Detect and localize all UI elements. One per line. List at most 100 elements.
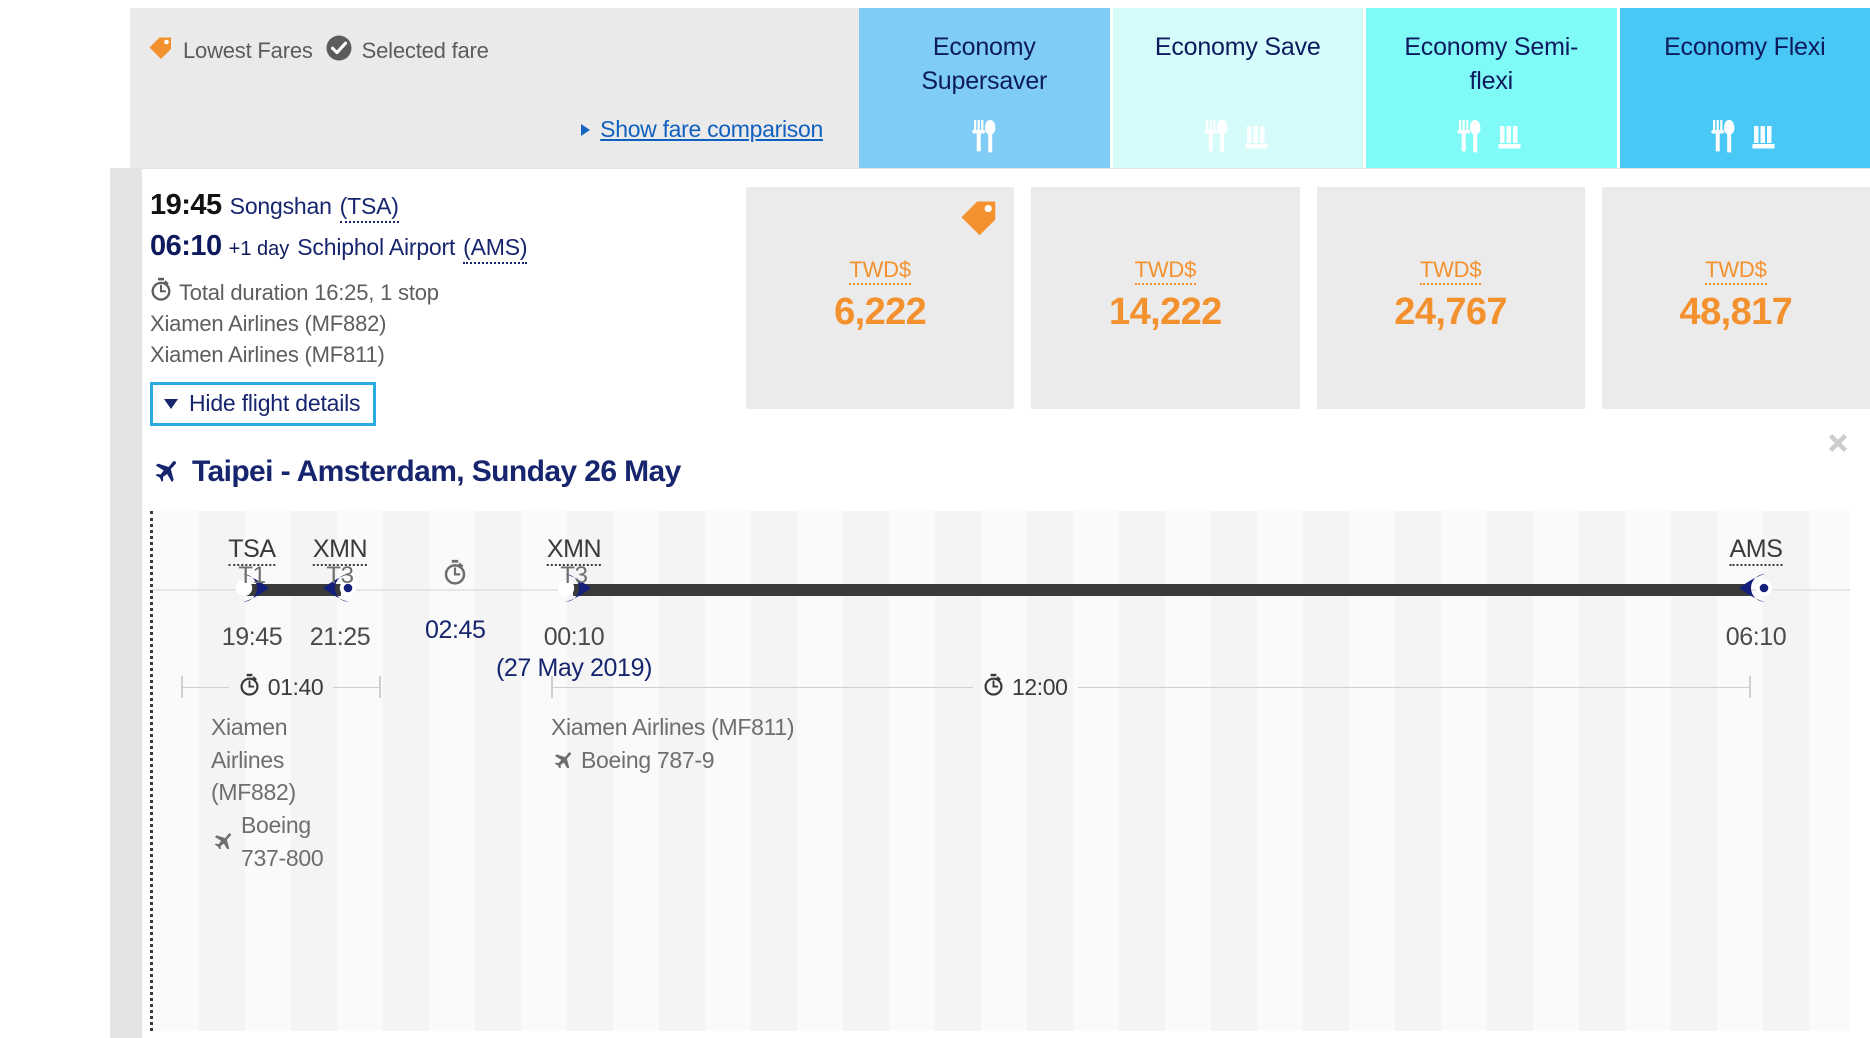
seat-icon bbox=[1496, 123, 1526, 158]
segment-1-aircraft: Boeing 737-800 bbox=[241, 811, 324, 871]
check-circle-icon bbox=[325, 34, 353, 67]
segment-2-aircraft-row: Boeing 787-9 bbox=[551, 744, 1151, 777]
stopwatch-icon bbox=[239, 673, 260, 701]
price-currency: TWD$ bbox=[1134, 257, 1196, 285]
departure-time: 19:45 bbox=[150, 189, 222, 221]
segment-1-duration-text: 01:40 bbox=[267, 673, 324, 700]
segment-1-duration-label: 01:40 bbox=[229, 673, 334, 701]
flight-meta: Total duration 16:25, 1 stop Xiamen Airl… bbox=[150, 277, 770, 370]
duration-line-right bbox=[333, 686, 379, 688]
price-card-economy-supersaver[interactable]: TWD$ 6,222 bbox=[746, 187, 1015, 409]
arrival-airport: Schiphol Airport bbox=[297, 234, 456, 260]
segment-bar-2 bbox=[573, 584, 1751, 596]
fare-legend-panel: Lowest Fares Selected fare Show fare com… bbox=[130, 8, 859, 184]
node-terminal: T3 bbox=[326, 562, 354, 589]
fare-column-economy-flexi[interactable]: Economy Flexi bbox=[1619, 8, 1870, 184]
segment-1-info: Xiamen Airlines (MF882) Boeing 737-800 bbox=[211, 711, 341, 874]
fare-column-icons bbox=[1620, 119, 1870, 158]
price-amount: 24,767 bbox=[1394, 291, 1507, 333]
segment-2-airline: Xiamen Airlines (MF811) bbox=[551, 714, 795, 740]
card-left-gutter bbox=[110, 169, 142, 1038]
segment-2-duration-text: 12:00 bbox=[1012, 673, 1068, 700]
timeline-node-xmn-departure: XMN T3 00:10 (27 May 2019) bbox=[496, 535, 652, 682]
airplane-icon bbox=[211, 825, 233, 858]
legend-row: Lowest Fares Selected fare bbox=[146, 34, 489, 67]
fare-column-title: Economy Supersaver bbox=[921, 33, 1048, 95]
fare-column-icons bbox=[859, 119, 1110, 158]
fare-column-title: Economy Semi-flexi bbox=[1404, 33, 1579, 95]
triangle-right-icon bbox=[581, 123, 591, 136]
airplane-icon bbox=[551, 744, 573, 777]
fare-column-economy-save[interactable]: Economy Save bbox=[1112, 8, 1366, 184]
legend-lowest-fares: Lowest Fares bbox=[146, 34, 313, 67]
layover-indicator: 02:45 bbox=[425, 559, 486, 645]
duration-line-right bbox=[1077, 686, 1749, 688]
meal-icon bbox=[1456, 119, 1482, 158]
fare-column-icons bbox=[1366, 119, 1617, 158]
node-time: 21:25 bbox=[309, 623, 371, 651]
close-icon bbox=[1820, 434, 1856, 465]
node-time: 19:45 bbox=[221, 623, 283, 651]
legend-selected-fare: Selected fare bbox=[325, 34, 489, 67]
triangle-down-icon bbox=[164, 398, 178, 409]
seat-icon bbox=[1243, 123, 1273, 158]
node-terminal: T1 bbox=[238, 562, 266, 589]
fare-column-icons bbox=[1113, 119, 1364, 158]
legend-selected-fare-label: Selected fare bbox=[361, 37, 489, 63]
price-amount: 14,222 bbox=[1109, 291, 1222, 333]
departure-line: 19:45 Songshan (TSA) bbox=[150, 189, 770, 223]
node-terminal: T3 bbox=[560, 562, 588, 589]
arrival-day-offset: +1 day bbox=[228, 238, 290, 260]
segment-2-info: Xiamen Airlines (MF811) Boeing 787-9 bbox=[551, 711, 1151, 776]
segment-2-aircraft: Boeing 787-9 bbox=[581, 746, 715, 773]
fare-column-title: Economy Flexi bbox=[1664, 33, 1826, 61]
duration-tick-right bbox=[379, 676, 381, 698]
price-card-economy-semi-flexi[interactable]: TWD$ 24,767 bbox=[1316, 187, 1585, 409]
price-card-economy-flexi[interactable]: TWD$ 48,817 bbox=[1601, 187, 1870, 409]
seat-icon bbox=[1750, 123, 1780, 158]
price-currency: TWD$ bbox=[1419, 257, 1482, 285]
node-time: 06:10 bbox=[1725, 623, 1787, 651]
layover-duration: 02:45 bbox=[425, 616, 486, 644]
meal-icon bbox=[971, 119, 997, 158]
hide-flight-details-label: Hide flight details bbox=[189, 390, 361, 417]
stopwatch-icon bbox=[983, 673, 1004, 701]
arrival-airport-code: (AMS) bbox=[463, 234, 528, 264]
flight-result-card: 19:45 Songshan (TSA) 06:10 +1 day Schiph… bbox=[110, 168, 1870, 1038]
price-currency: TWD$ bbox=[849, 257, 911, 285]
duration-line-left bbox=[553, 686, 973, 688]
price-tag-icon bbox=[146, 34, 174, 67]
timeline-node-xmn-arrival: XMN T3 21:25 bbox=[310, 535, 371, 651]
segment-2-duration-row: 12:00 bbox=[551, 673, 1751, 701]
total-duration-text: Total duration 16:25, 1 stop bbox=[179, 280, 439, 305]
fare-column-title: Economy Save bbox=[1154, 33, 1321, 61]
departure-airport: Songshan bbox=[229, 193, 332, 219]
close-button[interactable] bbox=[1820, 425, 1856, 466]
departure-airport-code: (TSA) bbox=[339, 193, 399, 223]
duration-line-left bbox=[183, 686, 229, 688]
fare-header-bar: Lowest Fares Selected fare Show fare com… bbox=[130, 8, 1870, 184]
price-currency: TWD$ bbox=[1705, 257, 1767, 285]
segment-1-airline: Xiamen Airlines bbox=[211, 714, 288, 773]
flight-number-1: Xiamen Airlines (MF882) bbox=[150, 311, 387, 337]
arrival-time: 06:10 bbox=[150, 230, 222, 262]
fare-column-economy-semi-flexi[interactable]: Economy Semi-flexi bbox=[1366, 8, 1620, 184]
node-marker-icon bbox=[1739, 574, 1773, 602]
flight-results-page: Lowest Fares Selected fare Show fare com… bbox=[0, 0, 1870, 1038]
price-card-economy-save[interactable]: TWD$ 14,222 bbox=[1031, 187, 1300, 409]
itinerary-title-text: Taipei - Amsterdam, Sunday 26 May bbox=[192, 454, 681, 488]
arrival-line: 06:10 +1 day Schiphol Airport (AMS) bbox=[150, 230, 770, 264]
total-duration-row: Total duration 16:25, 1 stop bbox=[150, 277, 770, 309]
meal-icon bbox=[1203, 119, 1229, 158]
fare-column-economy-supersaver[interactable]: Economy Supersaver bbox=[859, 8, 1113, 184]
show-fare-comparison-button[interactable]: Show fare comparison bbox=[581, 116, 823, 143]
segment-1-duration-row: 01:40 bbox=[181, 673, 381, 701]
legend-lowest-fares-label: Lowest Fares bbox=[183, 37, 313, 63]
timeline-node-ams: AMS 06:10 bbox=[1726, 535, 1787, 651]
airplane-icon bbox=[150, 454, 180, 489]
node-airport-code: AMS bbox=[1729, 535, 1783, 566]
stopwatch-icon bbox=[443, 559, 467, 590]
flight-number-2: Xiamen Airlines (MF811) bbox=[150, 341, 385, 367]
show-fare-comparison-label[interactable]: Show fare comparison bbox=[600, 116, 823, 143]
hide-flight-details-button[interactable]: Hide flight details bbox=[150, 382, 377, 427]
